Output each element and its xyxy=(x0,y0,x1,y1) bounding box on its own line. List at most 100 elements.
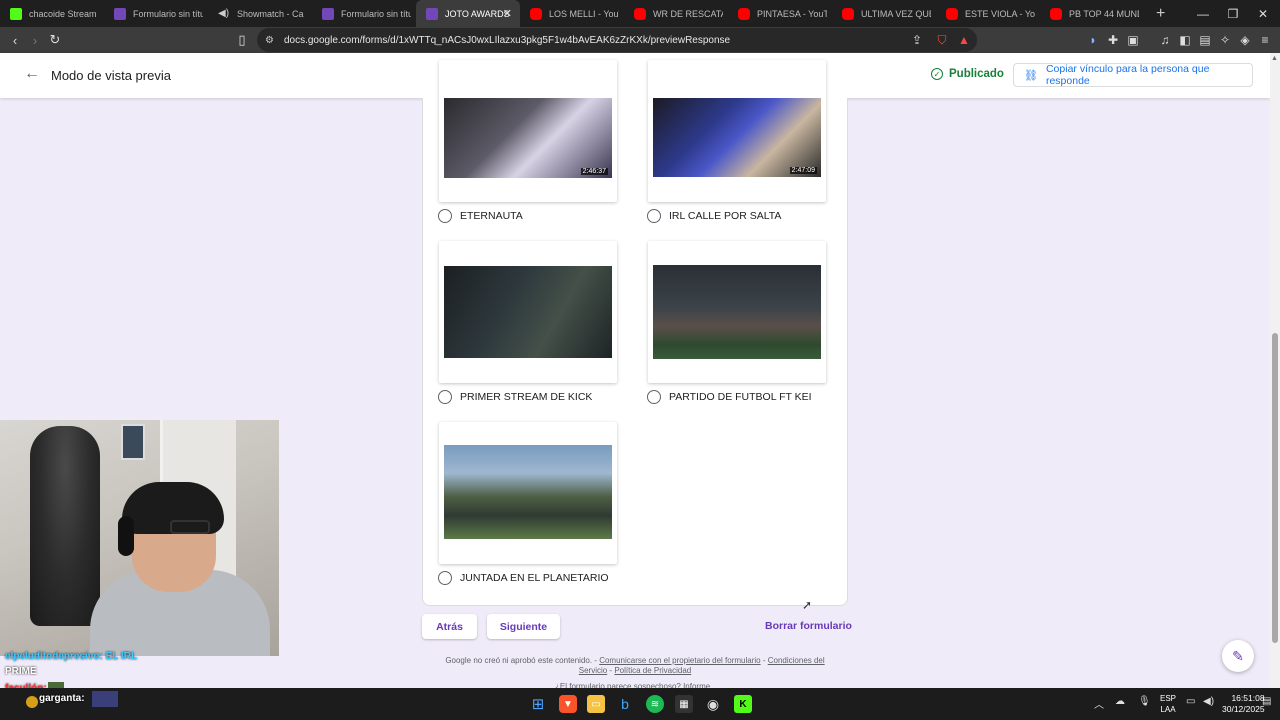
option-eternauta[interactable]: ETERNAUTA xyxy=(438,209,523,223)
page-scrollbar[interactable]: ▲ xyxy=(1270,53,1280,688)
option-card-partido-futbol[interactable] xyxy=(648,241,826,383)
spotify-icon[interactable]: ≋ xyxy=(646,695,664,713)
back-icon[interactable]: ‹ xyxy=(5,30,25,50)
kick-app-icon[interactable]: K xyxy=(734,695,752,713)
obs-icon[interactable]: ◉ xyxy=(704,695,722,713)
input-language[interactable]: ESP LAA xyxy=(1160,693,1176,715)
scroll-up-arrow-icon[interactable]: ▲ xyxy=(1271,55,1278,62)
vpn-icon[interactable]: ◈ xyxy=(1236,30,1254,50)
tab-1[interactable]: Formulario sin título xyxy=(104,0,208,27)
google-forms-icon xyxy=(426,7,438,20)
show-hidden-icons-icon[interactable]: ︿ xyxy=(1094,696,1104,711)
option-irl-calle-por-salta[interactable]: IRL CALLE POR SALTA xyxy=(647,209,781,223)
sidebar-icon[interactable]: ◧ xyxy=(1176,30,1194,50)
option-image-eternauta: 2:46:37 xyxy=(444,98,612,178)
cloud-sync-icon[interactable]: ☁ xyxy=(1115,696,1125,707)
option-card-irl-calle[interactable]: 2:47:09 xyxy=(648,60,826,202)
page-title: Modo de vista previa xyxy=(51,68,171,83)
kick-icon xyxy=(10,7,22,20)
system-clock[interactable]: 16:51:08 30/12/2025 xyxy=(1222,693,1265,715)
clear-form-button[interactable]: Borrar formulario xyxy=(765,620,852,632)
crypto-wallet-icon[interactable]: ▤ xyxy=(1196,30,1214,50)
edit-form-button[interactable]: ✎ xyxy=(1222,640,1254,672)
browser-tab-strip: chacoide Stream Formulario sin título ◀)… xyxy=(0,0,1280,27)
chat-message-2: PRIME xyxy=(5,666,37,677)
radio-button[interactable] xyxy=(438,571,452,585)
microphone-icon[interactable]: 🎙 xyxy=(1138,696,1151,707)
file-explorer-icon[interactable]: ▭ xyxy=(587,695,605,713)
tab-title: PB TOP 44 MUNDIA xyxy=(1069,8,1139,19)
youtube-icon xyxy=(946,7,958,20)
close-tab-icon[interactable]: ✕ xyxy=(503,7,512,20)
video-duration: 2:47:09 xyxy=(789,167,817,174)
reload-icon[interactable]: ↻ xyxy=(45,30,65,50)
option-card-primer-stream[interactable] xyxy=(439,241,617,383)
back-arrow-icon[interactable]: ← xyxy=(24,65,40,83)
share-icon[interactable]: ⇪ xyxy=(908,30,926,50)
windows-start-icon[interactable]: ⊞ xyxy=(529,695,547,713)
google-forms-icon xyxy=(114,7,126,20)
site-info-icon[interactable]: ⚙ xyxy=(265,35,274,46)
edge-icon[interactable]: b xyxy=(616,695,634,713)
webcam-armor-statue xyxy=(30,426,100,626)
extensions-icon[interactable]: ✚ xyxy=(1104,30,1122,50)
option-image-partido-futbol xyxy=(653,265,821,359)
youtube-icon xyxy=(1050,7,1062,20)
google-forms-icon xyxy=(322,7,334,20)
voice-app-icon[interactable]: ▦ xyxy=(675,695,693,713)
tab-0[interactable]: chacoide Stream xyxy=(0,0,104,27)
bookmark-icon[interactable]: ▯ xyxy=(232,30,252,50)
privacy-link[interactable]: Política de Privacidad xyxy=(614,666,691,675)
wallet-icon[interactable]: ▣ xyxy=(1124,30,1142,50)
address-bar[interactable]: ⚙ docs.google.com/forms/d/1xWTTq_nACsJ0w… xyxy=(257,28,977,52)
menu-icon[interactable]: ≡ xyxy=(1256,30,1274,50)
option-label: PARTIDO DE FUTBOL FT KEI xyxy=(669,391,812,403)
tab-7[interactable]: PINTAESA - YouTube xyxy=(728,0,832,27)
new-tab-button[interactable]: + xyxy=(1156,5,1165,23)
option-juntada-planetario[interactable]: JUNTADA EN EL PLANETARIO xyxy=(438,571,609,585)
copy-link-button[interactable]: ⛓ Copiar vínculo para la persona que res… xyxy=(1013,63,1253,87)
option-card-eternauta[interactable]: 2:46:37 xyxy=(439,60,617,202)
leo-icon[interactable]: ◗ xyxy=(1084,30,1102,50)
next-button[interactable]: Siguiente xyxy=(487,614,560,639)
tab-9[interactable]: ESTE VIOLA - YouTube xyxy=(936,0,1040,27)
contact-owner-link[interactable]: Comunicarse con el propietario del formu… xyxy=(599,656,760,665)
back-button[interactable]: Atrás xyxy=(422,614,477,639)
radio-button[interactable] xyxy=(438,390,452,404)
forward-icon[interactable]: › xyxy=(25,30,45,50)
restore-icon[interactable]: ❐ xyxy=(1218,0,1248,27)
media-icon[interactable]: ♫ xyxy=(1156,30,1174,50)
radio-button[interactable] xyxy=(438,209,452,223)
option-label: IRL CALLE POR SALTA xyxy=(669,210,782,222)
tab-6[interactable]: WR DE RESCATAR A xyxy=(624,0,728,27)
tab-8[interactable]: ULTIMA VEZ QUE SI xyxy=(832,0,936,27)
option-primer-stream-de-kick[interactable]: PRIMER STREAM DE KICK xyxy=(438,390,592,404)
option-label: ETERNAUTA xyxy=(460,210,523,222)
minimize-icon[interactable]: — xyxy=(1188,0,1218,27)
option-card-planetario[interactable] xyxy=(439,422,617,564)
brave-shield-icon[interactable]: ⛉ xyxy=(933,30,951,50)
tab-4-active[interactable]: JOTO AWARDS ✕ xyxy=(416,0,520,27)
option-label: JUNTADA EN EL PLANETARIO xyxy=(460,572,609,584)
tab-3[interactable]: Formulario sin título xyxy=(312,0,416,27)
language-code: ESP xyxy=(1160,694,1177,703)
url-text: docs.google.com/forms/d/1xWTTq_nACsJ0wxL… xyxy=(283,34,731,46)
scrollbar-thumb[interactable] xyxy=(1272,333,1278,643)
brave-browser-icon[interactable]: ▼ xyxy=(559,695,577,713)
close-window-icon[interactable]: ✕ xyxy=(1248,0,1278,27)
chat-user-2: garganta: xyxy=(39,693,85,704)
tab-10[interactable]: PB TOP 44 MUNDIA xyxy=(1040,0,1144,27)
brave-rewards-icon[interactable]: ▲ xyxy=(955,30,973,50)
volume-icon[interactable]: ◀) xyxy=(1203,696,1214,707)
tab-5[interactable]: LOS MELLI - YouTube xyxy=(520,0,624,27)
ai-icon[interactable]: ✧ xyxy=(1216,30,1234,50)
mouse-cursor-icon: ➚ xyxy=(802,598,813,612)
option-partido-de-futbol[interactable]: PARTIDO DE FUTBOL FT KEI xyxy=(647,390,812,404)
tab-2[interactable]: ◀) Showmatch - Ca xyxy=(208,0,312,27)
radio-button[interactable] xyxy=(647,390,661,404)
youtube-icon xyxy=(634,7,646,20)
network-icon[interactable]: ▭ xyxy=(1186,696,1195,707)
chat-message-1: elpeluditodepresivo: EL IRL xyxy=(5,651,138,662)
radio-button[interactable] xyxy=(647,209,661,223)
webcam-wall-frame xyxy=(121,424,145,460)
